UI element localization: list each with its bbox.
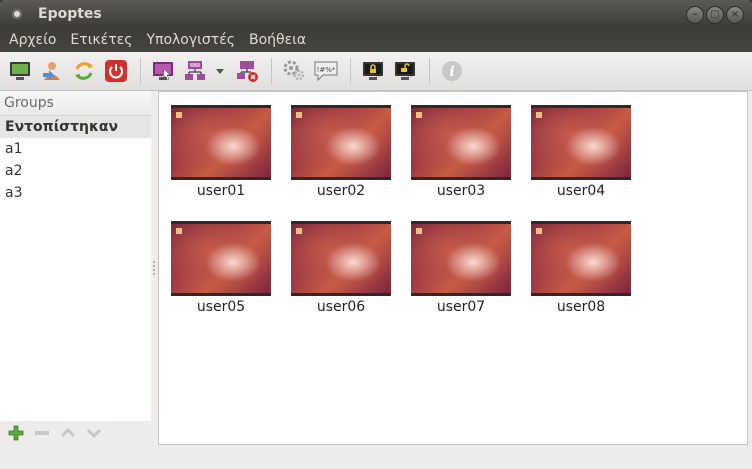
toolbar-separator: [429, 58, 430, 84]
client-screen-thumbnail: [291, 105, 391, 180]
menu-file[interactable]: Αρχείο: [2, 32, 63, 48]
group-item-detected[interactable]: Εντοπίστηκαν: [0, 116, 151, 138]
stop-broadcast-button[interactable]: [233, 57, 261, 85]
title-bar: Epoptes – □ ×: [0, 0, 752, 28]
client-label: user05: [196, 299, 246, 315]
client-item[interactable]: user01: [171, 105, 271, 199]
client-screen-thumbnail: [411, 105, 511, 180]
maximize-icon[interactable]: □: [706, 6, 724, 24]
remove-group-button[interactable]: [32, 423, 52, 443]
client-item[interactable]: user06: [291, 221, 391, 315]
assist-network-button[interactable]: [181, 57, 209, 85]
assist-network-icon: [185, 61, 205, 80]
client-label: user02: [316, 183, 366, 199]
client-screen-thumbnail: [171, 221, 271, 296]
group-item-a3[interactable]: a3: [0, 182, 151, 204]
execute-command-icon: [283, 60, 305, 81]
client-item[interactable]: user03: [411, 105, 511, 199]
shutdown-button[interactable]: [102, 57, 130, 85]
menu-labels[interactable]: Ετικέτες: [63, 32, 139, 48]
client-item[interactable]: user04: [531, 105, 631, 199]
menu-computers[interactable]: Υπολογιστές: [139, 32, 242, 48]
stop-broadcast-icon: [237, 61, 258, 82]
client-label: user04: [556, 183, 606, 199]
window-controls: – □ ×: [686, 6, 744, 24]
client-item[interactable]: user05: [171, 221, 271, 315]
login-user-icon: [43, 62, 60, 80]
close-icon[interactable]: ×: [726, 6, 744, 24]
shutdown-icon: [105, 60, 127, 82]
svg-text:i: i: [449, 64, 454, 80]
reboot-button[interactable]: [70, 57, 98, 85]
move-group-down-button[interactable]: [84, 423, 104, 443]
client-screen-thumbnail: [411, 221, 511, 296]
minus-icon: [35, 431, 49, 435]
app-icon: [12, 9, 22, 19]
chevron-up-icon: [60, 427, 76, 438]
group-item-a1[interactable]: a1: [0, 138, 151, 160]
client-screen-thumbnail: [531, 221, 631, 296]
epoptes-window: Epoptes – □ × Αρχείο Ετικέτες Υπολογιστέ…: [0, 0, 752, 469]
svg-text:!#%*: !#%*: [317, 66, 336, 74]
plus-icon: [8, 425, 24, 441]
toolbar-separator: [271, 58, 272, 84]
group-item-a2[interactable]: a2: [0, 160, 151, 182]
menu-help[interactable]: Βοήθεια: [242, 32, 313, 48]
lock-screen-button[interactable]: [359, 57, 387, 85]
client-item[interactable]: user02: [291, 105, 391, 199]
info-button[interactable]: i: [438, 57, 466, 85]
splitter-grip: [153, 261, 155, 275]
client-screen-thumbnail: [291, 221, 391, 296]
window-title: Epoptes: [38, 6, 102, 22]
add-group-button[interactable]: [6, 423, 26, 443]
client-label: user08: [556, 299, 606, 315]
minimize-icon[interactable]: –: [686, 6, 704, 24]
toolbar-separator: [140, 58, 141, 84]
send-message-button[interactable]: !#%*: [312, 57, 340, 85]
observe-screen-button[interactable]: [149, 57, 177, 85]
execute-command-button[interactable]: [280, 57, 308, 85]
client-item[interactable]: user08: [531, 221, 631, 315]
client-screen-thumbnail: [531, 105, 631, 180]
client-screen-thumbnail: [171, 105, 271, 180]
groups-header: Groups: [0, 91, 151, 116]
move-group-up-button[interactable]: [58, 423, 78, 443]
unlock-screen-button[interactable]: [391, 57, 419, 85]
dropdown-arrow-icon: [216, 69, 224, 74]
broadcast-screen-button[interactable]: [6, 57, 34, 85]
menu-bar: Αρχείο Ετικέτες Υπολογιστές Βοήθεια: [0, 28, 752, 52]
status-bar: [0, 445, 752, 469]
unlock-screen-icon: [395, 62, 415, 80]
client-label: user01: [196, 183, 246, 199]
reboot-icon: [75, 62, 93, 80]
client-label: user07: [436, 299, 486, 315]
observe-screen-icon: [153, 62, 173, 81]
groups-footer: [0, 421, 157, 445]
client-item[interactable]: user07: [411, 221, 511, 315]
send-message-icon: !#%*: [314, 61, 338, 82]
dropdown-arrow-button[interactable]: [213, 57, 227, 85]
login-user-button[interactable]: [38, 57, 66, 85]
toolbar-separator: [350, 58, 351, 84]
client-label: user06: [316, 299, 366, 315]
chevron-down-icon: [86, 428, 102, 439]
info-icon: i: [442, 61, 462, 81]
broadcast-screen-icon: [10, 62, 30, 80]
pane-splitter[interactable]: [151, 91, 158, 445]
lock-screen-icon: [363, 62, 383, 80]
clients-view: user01 user02 user03 user04 user05 user0…: [158, 91, 748, 445]
groups-sidebar: Groups Εντοπίστηκαν a1 a2 a3: [0, 91, 152, 445]
client-label: user03: [436, 183, 486, 199]
toolbar: !#%* i: [0, 52, 752, 91]
